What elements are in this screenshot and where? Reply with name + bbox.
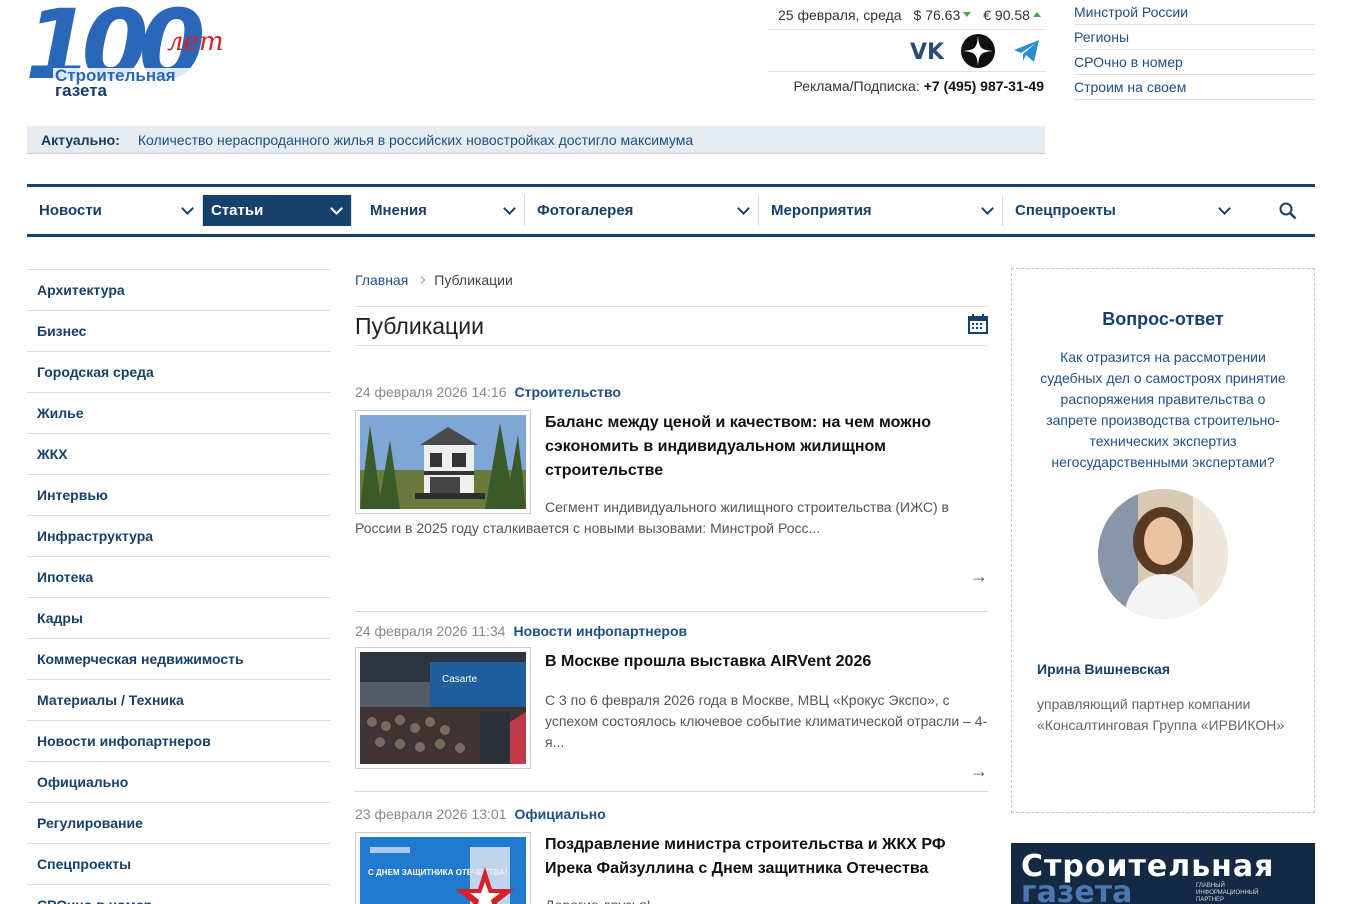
article-item: 24 февраля 2026 11:34 Новости инфопартнер… [355,619,988,792]
chevron-right-icon [417,275,426,285]
article-date: 23 февраля 2026 13:01 [355,806,507,822]
link-regions[interactable]: Регионы [1074,25,1315,50]
banner-small: ГЛАВНЫЙ ИНФОРМАЦИОННЫЙ ПАРТНЕР МИНИСТРОЯ… [1196,883,1259,903]
breadcrumb-current: Публикации [434,272,513,288]
chevron-down-icon [737,201,750,215]
article-meta: 23 февраля 2026 13:01 Официально [355,802,988,826]
social-links: VK [768,30,1046,72]
chevron-down-icon [503,201,516,215]
thumb-casarte-text: Casarte [442,674,477,685]
sidebar-item[interactable]: Ипотека [27,556,331,597]
search-icon[interactable] [1279,202,1297,220]
nav-events[interactable]: Мероприятия [759,195,1003,226]
down-arrow-icon [963,12,972,17]
page-title-bar: Публикации [355,306,988,346]
newspaper-banner[interactable]: Строительная газета ГЛАВНЫЙ ИНФОРМАЦИОНН… [1011,843,1315,904]
article-category[interactable]: Официально [514,806,605,822]
link-srochno[interactable]: СРОчно в номер [1074,50,1315,75]
sidebar-item[interactable]: Коммерческая недвижимость [27,638,331,679]
page-title: Публикации [355,312,484,339]
usd-rate: $ 76.63 [914,7,972,23]
actual-link[interactable]: Количество нераспроданного жилья в росси… [138,132,693,148]
main-nav: Новости Статьи Мнения Фотогалерея Меропр… [27,184,1315,237]
sidebar-item[interactable]: Архитектура [27,269,331,310]
top-right-links: Минстрой России Регионы СРОчно в номер С… [1074,0,1315,100]
main-content: Главная Публикации Публикации 24 февраля… [355,266,988,904]
actual-ticker: Актуально: Количество нераспроданного жи… [27,126,1045,154]
telegram-icon[interactable] [1012,38,1042,64]
up-arrow-icon [1032,12,1041,17]
banner-line2: газета [1021,875,1133,904]
sidebar-item[interactable]: Городская среда [27,351,331,392]
qa-title[interactable]: Вопрос-ответ [1012,309,1314,330]
link-minstroy[interactable]: Минстрой России [1074,0,1315,25]
chevron-down-icon [181,201,194,215]
ads-label: Реклама/Подписка: [793,78,920,94]
article-item: 23 февраля 2026 13:01 Официально С ДНЕМ З… [355,802,988,904]
nav-opinions[interactable]: Мнения [358,195,525,226]
article-thumbnail[interactable] [355,410,531,514]
sidebar-item[interactable]: Новости инфопартнеров [27,720,331,761]
breadcrumb: Главная Публикации [355,266,988,294]
expert-name[interactable]: Ирина Вишневская [1037,661,1314,677]
expert-avatar[interactable] [1098,489,1228,619]
article-meta: 24 февраля 2026 11:34 Новости инфопартнер… [355,619,988,643]
nav-articles[interactable]: Статьи [203,195,352,226]
nav-gallery[interactable]: Фотогалерея [525,195,759,226]
sidebar-item[interactable]: Интервью [27,474,331,515]
qa-question[interactable]: Как отразится на рассмотрении судебных д… [1038,347,1288,473]
article-item: 24 февраля 2026 14:16 Строительство Балан… [355,380,988,612]
sidebar-item[interactable]: Жилье [27,392,331,433]
article-thumbnail[interactable]: Casarte [355,647,531,769]
logo-line2: газета [55,81,108,100]
zen-icon[interactable] [960,33,996,69]
svg-text:VK: VK [910,40,944,62]
sidebar-item[interactable]: Кадры [27,597,331,638]
vk-icon[interactable]: VK [910,40,944,62]
breadcrumb-home[interactable]: Главная [355,272,408,288]
sidebar: Архитектура Бизнес Городская среда Жилье… [27,269,331,904]
ads-subscription: Реклама/Подписка: +7 (495) 987-31-49 [768,72,1046,100]
article-category[interactable]: Строительство [514,384,620,400]
calendar-icon[interactable] [968,313,988,339]
chevron-down-icon [1218,201,1231,215]
actual-label: Актуально: [41,131,120,148]
site-logo[interactable]: 100 лет Строительная газета [27,0,227,100]
article-meta: 24 февраля 2026 14:16 Строительство [355,380,988,404]
qa-widget: Вопрос-ответ Как отразится на рассмотрен… [1011,268,1315,813]
sidebar-item[interactable]: Материалы / Техника [27,679,331,720]
chevron-down-icon [330,201,343,215]
eur-rate: € 90.58 [983,7,1041,23]
header-info: 25 февраля, среда $ 76.63 € 90.58 VK Рек… [768,0,1046,100]
nav-news[interactable]: Новости [27,195,203,226]
sidebar-item[interactable]: Инфраструктура [27,515,331,556]
nav-special[interactable]: Спецпроекты [1003,195,1239,226]
sidebar-item[interactable]: Официально [27,761,331,802]
article-category[interactable]: Новости инфопартнеров [513,623,687,639]
sidebar-item[interactable]: Спецпроекты [27,843,331,884]
sidebar-item[interactable]: ЖКХ [27,433,331,474]
sidebar-item[interactable]: СРОчно в номер [27,884,331,904]
current-date: 25 февраля, среда [778,6,902,23]
chevron-down-icon [981,201,994,215]
article-thumbnail[interactable]: С ДНЕМ ЗАЩИТНИКА ОТЕЧЕСТВА! [355,832,531,904]
arrow-right-icon[interactable]: → [970,566,988,587]
sidebar-item[interactable]: Регулирование [27,802,331,843]
link-stroim[interactable]: Строим на своем [1074,75,1315,100]
ads-phone[interactable]: +7 (495) 987-31-49 [924,78,1044,94]
logo-years: лет [167,27,224,57]
date-currency-row: 25 февраля, среда $ 76.63 € 90.58 [768,0,1046,30]
article-date: 24 февраля 2026 11:34 [355,623,506,639]
arrow-right-icon[interactable]: → [970,761,988,782]
article-date: 24 февраля 2026 14:16 [355,384,507,400]
sidebar-item[interactable]: Бизнес [27,310,331,351]
expert-role: управляющий партнер компании «Консалтинг… [1037,696,1285,733]
